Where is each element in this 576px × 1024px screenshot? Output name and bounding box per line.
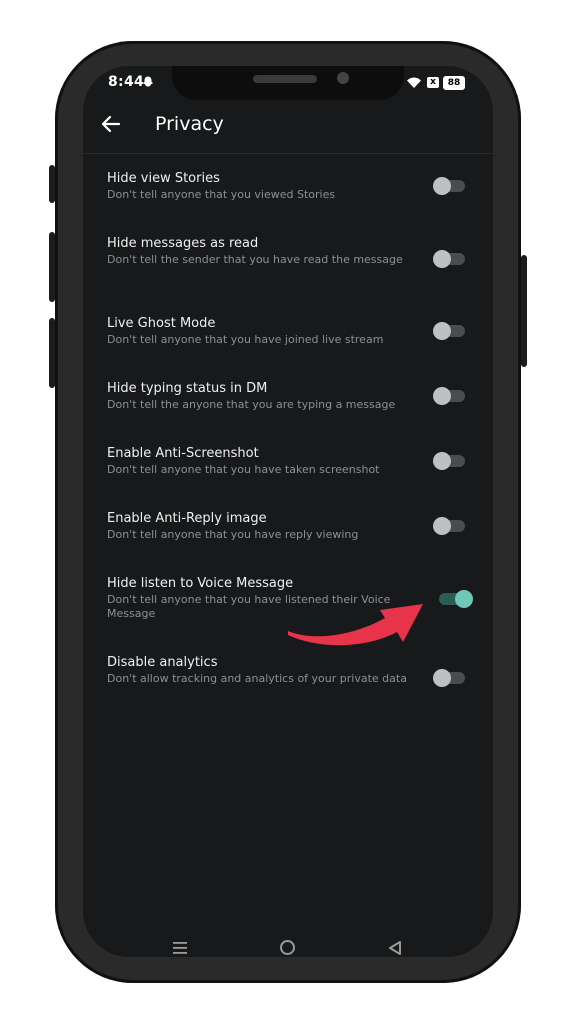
setting-title: Hide view Stories bbox=[107, 171, 220, 186]
setting-description: Don't tell the anyone that you are typin… bbox=[107, 398, 396, 411]
setting-live-ghost-mode: Live Ghost Mode Don't tell anyone that y… bbox=[107, 316, 487, 347]
arrow-left-icon[interactable] bbox=[100, 113, 122, 135]
battery-icon: 88 bbox=[443, 76, 465, 90]
setting-title: Enable Anti-Reply image bbox=[107, 511, 267, 526]
header-divider bbox=[83, 153, 493, 154]
setting-description: Don't tell anyone that you have taken sc… bbox=[107, 463, 380, 476]
toggle-hide-listen-voice-message[interactable] bbox=[437, 590, 473, 608]
volume-button-middle bbox=[49, 232, 55, 302]
back-triangle-icon[interactable] bbox=[388, 940, 402, 956]
toggle-enable-anti-screenshot[interactable] bbox=[433, 452, 467, 470]
toggle-hide-messages-as-read[interactable] bbox=[433, 250, 467, 268]
setting-enable-anti-reply-image: Enable Anti-Reply image Don't tell anyon… bbox=[107, 511, 487, 542]
toggle-hide-view-stories[interactable] bbox=[433, 177, 467, 195]
setting-hide-view-stories: Hide view Stories Don't tell anyone that… bbox=[107, 171, 487, 202]
toggle-hide-typing-status[interactable] bbox=[433, 387, 467, 405]
setting-hide-messages-as-read: Hide messages as read Don't tell the sen… bbox=[107, 236, 487, 267]
setting-description: Don't allow tracking and analytics of yo… bbox=[107, 672, 407, 685]
power-button bbox=[521, 255, 527, 367]
setting-description: Don't tell anyone that you have reply vi… bbox=[107, 528, 359, 541]
recents-icon[interactable] bbox=[172, 941, 188, 955]
setting-title: Disable analytics bbox=[107, 655, 218, 670]
toggle-enable-anti-reply-image[interactable] bbox=[433, 517, 467, 535]
setting-description: Don't tell the sender that you have read… bbox=[107, 253, 403, 266]
setting-title: Hide typing status in DM bbox=[107, 381, 268, 396]
setting-enable-anti-screenshot: Enable Anti-Screenshot Don't tell anyone… bbox=[107, 446, 487, 477]
front-camera bbox=[337, 72, 349, 84]
setting-title: Hide messages as read bbox=[107, 236, 259, 251]
setting-description: Don't tell anyone that you viewed Storie… bbox=[107, 188, 336, 201]
volume-button-bottom bbox=[49, 318, 55, 388]
wifi-icon bbox=[407, 77, 421, 88]
notification-x-icon: x bbox=[427, 77, 439, 88]
volume-button-top bbox=[49, 165, 55, 203]
setting-disable-analytics: Disable analytics Don't allow tracking a… bbox=[107, 655, 487, 686]
home-icon[interactable] bbox=[280, 940, 295, 955]
toggle-live-ghost-mode[interactable] bbox=[433, 322, 467, 340]
ghost-icon bbox=[143, 76, 153, 87]
notch bbox=[172, 66, 404, 100]
status-time: 8:44 bbox=[108, 74, 145, 90]
speaker bbox=[253, 75, 317, 83]
toggle-disable-analytics[interactable] bbox=[433, 669, 467, 687]
setting-hide-typing-status: Hide typing status in DM Don't tell the … bbox=[107, 381, 487, 412]
setting-title: Live Ghost Mode bbox=[107, 316, 216, 331]
page-title: Privacy bbox=[155, 113, 224, 135]
red-pointer-arrow-icon bbox=[288, 604, 423, 646]
setting-title: Enable Anti-Screenshot bbox=[107, 446, 259, 461]
setting-description: Don't tell anyone that you have joined l… bbox=[107, 333, 384, 346]
